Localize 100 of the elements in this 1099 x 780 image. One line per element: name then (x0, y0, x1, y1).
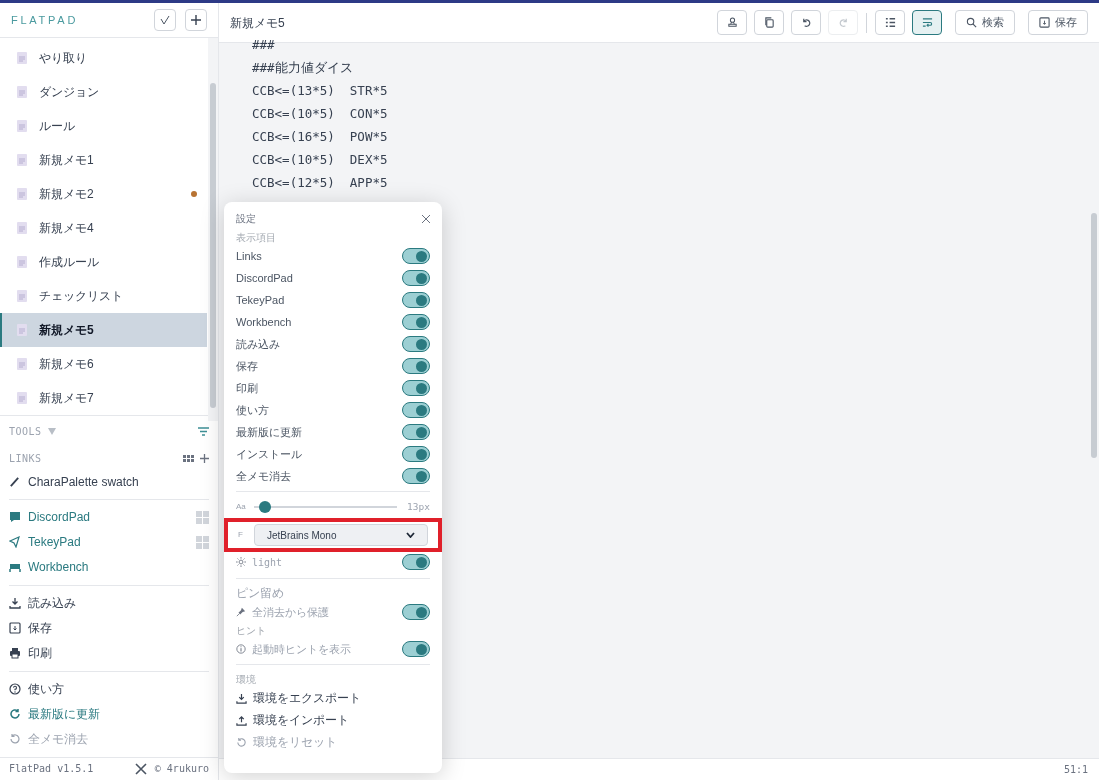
pen-icon (9, 476, 20, 488)
toggle-switch[interactable] (402, 336, 430, 352)
section-label: LINKS (9, 452, 43, 467)
filter-icon[interactable] (198, 427, 209, 437)
list-icon (884, 17, 896, 28)
document-icon (17, 357, 27, 370)
section-label: ピン留め (236, 585, 285, 601)
toggle-switch[interactable] (402, 358, 430, 374)
app-link[interactable]: DiscordPad (9, 504, 209, 530)
font-select[interactable]: JetBrains Mono (254, 524, 428, 546)
toggle-switch[interactable] (402, 424, 430, 440)
menu-item[interactable]: 印刷 (9, 640, 209, 666)
toggle-label: DiscordPad (236, 270, 294, 286)
document-icon (17, 289, 27, 302)
toggle-switch[interactable] (402, 604, 430, 620)
toggle-label: インストール (236, 446, 303, 462)
toggle-label: 全消去から保護 (252, 604, 330, 620)
code-line: CCB<=(16*5) POW*5 (252, 128, 389, 146)
app-link[interactable]: TekeyPad (9, 529, 209, 555)
slider-thumb[interactable] (259, 501, 272, 513)
upload-icon (236, 714, 247, 726)
document-icon (17, 255, 27, 268)
code-line: CCB<=(13*5) STR*5 (252, 82, 389, 100)
help-icon (9, 683, 21, 696)
cursor-position: 51:1 (1063, 763, 1088, 777)
section-label: 環境 (236, 673, 257, 687)
toggle-switch[interactable] (402, 380, 430, 396)
app-link[interactable]: Workbench (9, 554, 209, 580)
search-icon (966, 17, 977, 28)
document-icon (17, 187, 27, 200)
code-line: CCB<=(10*5) DEX*5 (252, 151, 389, 169)
code-line: CCB<=(10*5) CON*5 (252, 105, 389, 123)
close-icon[interactable] (422, 214, 430, 223)
font-size-label: Aa (236, 501, 247, 513)
wrap-icon (921, 17, 933, 28)
pin-icon (236, 607, 246, 617)
undo-button[interactable] (791, 10, 821, 35)
grid-icon[interactable] (183, 455, 194, 463)
sun-icon (236, 557, 246, 567)
toggle-switch[interactable] (402, 314, 430, 330)
toggle-label: 読み込み (236, 336, 281, 352)
menu-item[interactable]: 読み込み (9, 590, 209, 616)
section-label: TOOLS (9, 425, 42, 440)
save-icon (1039, 17, 1050, 28)
note-item[interactable]: 作成ルール (0, 244, 207, 279)
download-icon (9, 597, 21, 610)
plus-icon[interactable] (200, 454, 209, 464)
note-item[interactable]: ルール (0, 108, 207, 143)
note-item[interactable]: ダンジョン (0, 74, 207, 109)
toggle-label: TekeyPad (236, 292, 286, 308)
toggle-switch[interactable] (402, 641, 430, 657)
printer-icon (9, 647, 21, 660)
note-item[interactable]: 新規メモ1 (0, 142, 207, 177)
note-item[interactable]: 新規メモ7 (0, 380, 207, 415)
menu-item[interactable]: 最新版に更新 (9, 701, 209, 727)
search-button[interactable]: 検索 (955, 10, 1015, 35)
menu-item[interactable]: 保存 (9, 615, 209, 641)
toggle-switch[interactable] (402, 554, 430, 570)
add-button[interactable] (185, 8, 207, 31)
undo-icon (800, 17, 812, 28)
save-button[interactable]: 保存 (1028, 10, 1088, 35)
wrap-button[interactable] (912, 10, 942, 35)
check-button[interactable] (154, 8, 176, 31)
scrollbar[interactable] (208, 37, 218, 421)
check-icon (160, 14, 170, 25)
note-item[interactable]: チェックリスト (0, 278, 207, 313)
toggle-switch[interactable] (402, 270, 430, 286)
menu-item[interactable]: 環境をエクスポート (236, 687, 430, 709)
note-item[interactable]: 新規メモ2 (0, 176, 207, 211)
chat-icon (9, 511, 21, 524)
font-label: F (238, 529, 244, 541)
note-item[interactable]: 新規メモ6 (0, 346, 207, 381)
font-size-value: 13px (407, 499, 430, 514)
list-button[interactable] (875, 10, 905, 35)
menu-item[interactable]: 環境をインポート (236, 709, 430, 731)
toggle-label: 保存 (236, 358, 259, 374)
toggle-switch[interactable] (402, 402, 430, 418)
stamp-button[interactable] (717, 10, 747, 35)
note-item[interactable]: やり取り (0, 40, 207, 75)
document-icon (17, 153, 27, 166)
copy-button[interactable] (754, 10, 784, 35)
toggle-switch[interactable] (402, 292, 430, 308)
toggle-switch[interactable] (402, 248, 430, 264)
download-icon (236, 692, 247, 704)
redo-icon (837, 17, 849, 28)
section-label: 表示項目 (236, 231, 277, 245)
toggle-switch[interactable] (402, 468, 430, 484)
menu-item[interactable]: 使い方 (9, 676, 209, 702)
note-item[interactable]: 新規メモ4 (0, 210, 207, 245)
toggle-switch[interactable] (402, 446, 430, 462)
document-icon (17, 85, 27, 98)
link-item[interactable]: CharaPalette swatch (9, 472, 209, 491)
save-icon (9, 622, 21, 635)
info-icon (236, 644, 246, 654)
note-item[interactable]: 新規メモ5 (0, 312, 207, 347)
font-size-slider[interactable] (254, 501, 398, 513)
reset-icon (236, 736, 247, 748)
panel-title: 設定 (236, 212, 257, 226)
x-logo-icon[interactable] (134, 762, 147, 775)
document-icon (17, 391, 27, 404)
